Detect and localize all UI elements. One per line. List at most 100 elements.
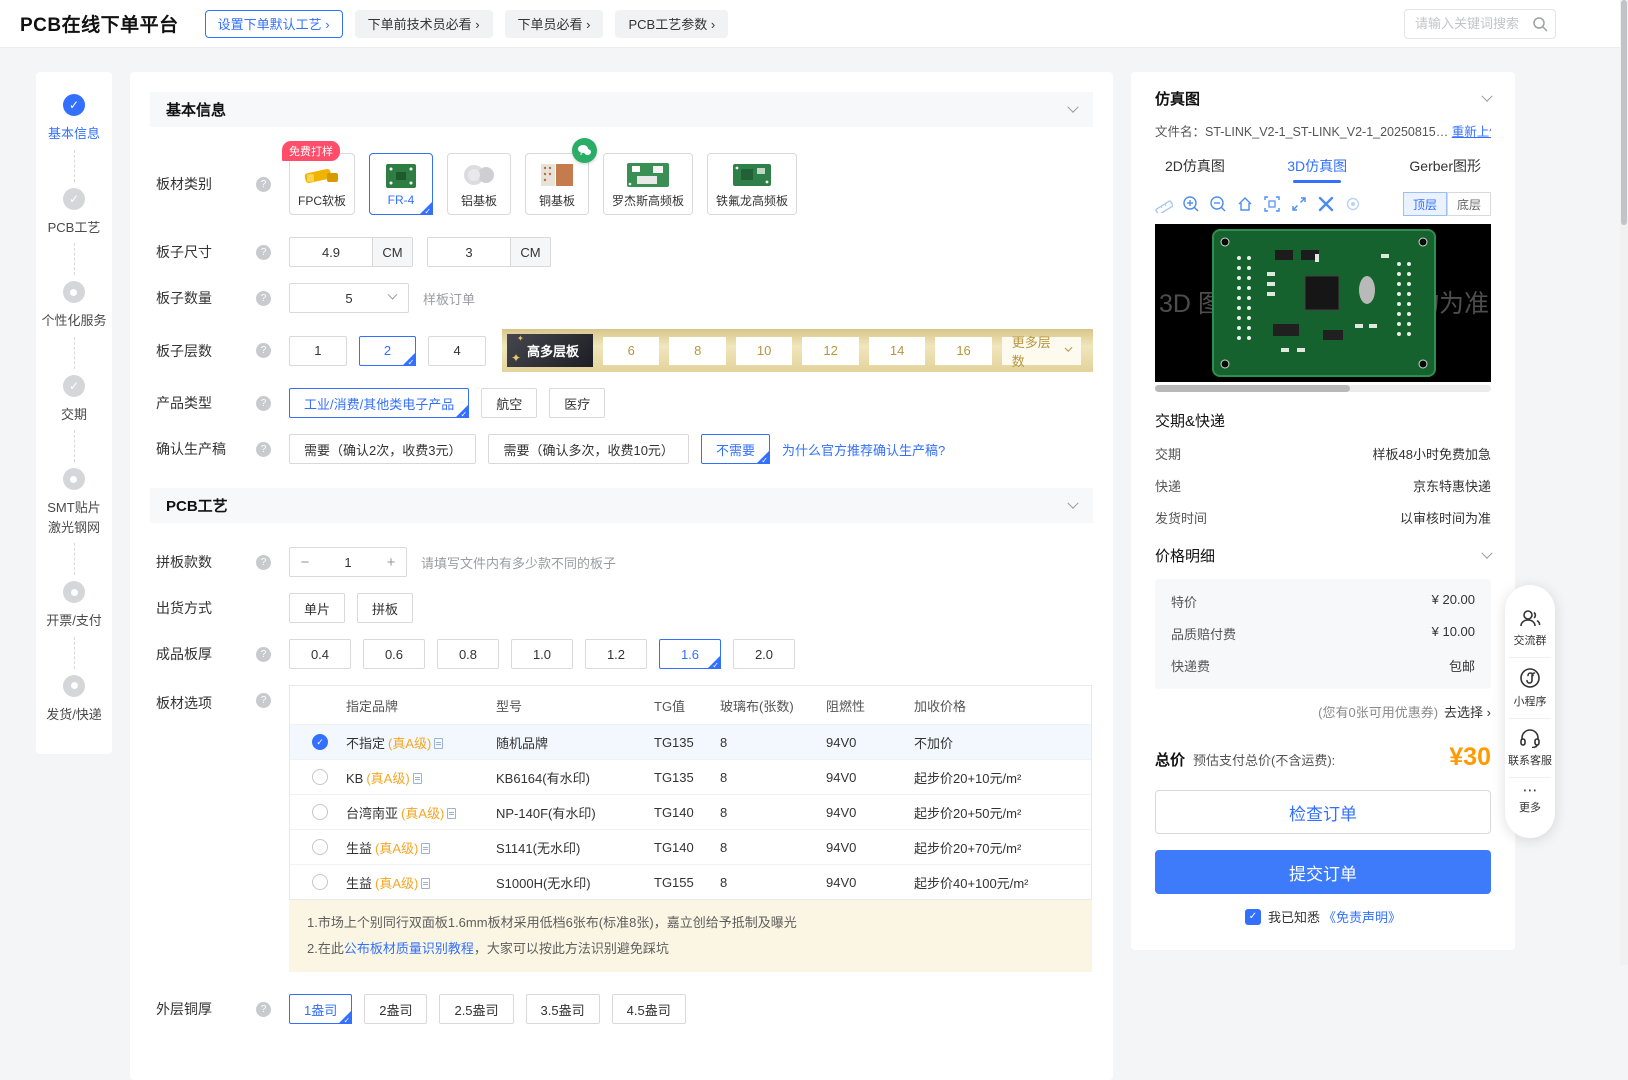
stepper-plus-button[interactable]: + [376,554,406,571]
thickness-0.8[interactable]: 0.8 [437,639,499,669]
bottom-layer-button[interactable]: 底层 [1447,192,1491,216]
locate-icon[interactable] [1344,195,1362,213]
fullscreen-icon[interactable] [1290,195,1308,213]
material-option-teflon[interactable]: 铁氟龙高频板 [707,153,798,215]
thickness-0.6[interactable]: 0.6 [363,639,425,669]
mini-program-button[interactable]: 小程序 [1509,657,1551,718]
ship-single-option[interactable]: 单片 [289,593,346,623]
more-layers-button[interactable]: 更多层数 [1001,335,1082,369]
layers-option-2[interactable]: 2 [358,335,417,367]
copper-1oz[interactable]: 1盎司 [289,994,353,1025]
sidebar-step-invoice-pay[interactable]: 开票/支付 [46,581,102,631]
copper-2oz[interactable]: 2盎司 [364,994,428,1024]
radio-icon[interactable] [312,804,328,820]
section-header-basic-info[interactable]: 基本信息 [150,92,1093,127]
panel-count-value[interactable]: 1 [320,555,376,570]
help-icon[interactable]: ? [256,244,271,260]
help-icon[interactable]: ? [256,343,271,358]
pcb-3d-render[interactable]: 3D 图 物为准 [1155,224,1491,382]
why-confirm-link[interactable]: 为什么官方推荐确认生产稿? [782,440,945,459]
help-icon[interactable]: ? [256,395,271,411]
layers-option-12[interactable]: 12 [802,336,859,365]
nav-default-process-button[interactable]: 设置下单默认工艺 › [204,9,343,38]
nav-orderer-guide-button[interactable]: 下单员必看 › [504,9,604,38]
more-button[interactable]: ⋯ 更多 [1509,777,1551,824]
help-icon[interactable]: ? [256,290,271,306]
thickness-0.4[interactable]: 0.4 [289,639,351,669]
nav-technician-guide-button[interactable]: 下单前技术员必看 › [354,9,493,38]
layers-option-16[interactable]: 16 [935,336,992,365]
top-layer-button[interactable]: 顶层 [1403,192,1447,216]
search-icon[interactable] [1532,16,1548,32]
radio-icon[interactable] [312,874,328,890]
tab-gerber[interactable]: Gerber图形 [1409,156,1481,183]
fit-view-icon[interactable] [1263,195,1281,213]
product-type-aerospace[interactable]: 航空 [481,388,538,418]
sidebar-step-personalized[interactable]: 个性化服务 [41,281,107,331]
table-row[interactable]: 生益 (真A级) S1000H(无水印) TG155 8 94V0 起步价40+1… [290,864,1091,899]
tab-3d-preview[interactable]: 3D仿真图 [1287,156,1347,183]
confirm-none-option[interactable]: 不需要 [700,434,770,465]
layers-option-6[interactable]: 6 [602,336,660,365]
help-icon[interactable]: ? [256,554,271,570]
wechat-icon[interactable] [572,138,598,163]
thickness-1.6[interactable]: 1.6 [659,639,721,670]
material-option-fpc[interactable]: 免费打样 FPC软板 [282,141,356,215]
section-header-pcb-process[interactable]: PCB工艺 [150,488,1093,523]
vertical-scrollbar[interactable] [1620,0,1628,965]
thickness-1.0[interactable]: 1.0 [511,639,573,669]
copper-3.5oz[interactable]: 3.5盎司 [525,994,600,1024]
material-option-copper[interactable]: 铜基板 [525,138,598,215]
table-row[interactable]: ✓ 不指定 (真A级) 随机品牌 TG135 8 94V0 不加价 [290,724,1091,759]
material-option-aluminum[interactable]: 铝基板 [447,153,512,215]
help-icon[interactable]: ? [256,646,271,662]
layers-option-1[interactable]: 1 [289,335,347,366]
scrollbar-thumb[interactable] [1621,0,1627,225]
sidebar-step-smt[interactable]: SMT贴片 激光钢网 [47,468,101,537]
thickness-1.2[interactable]: 1.2 [585,639,647,669]
layers-option-10[interactable]: 10 [735,336,793,365]
thickness-2.0[interactable]: 2.0 [733,639,795,669]
ship-panel-option[interactable]: 拼板 [357,593,414,623]
chevron-down-icon[interactable] [1481,90,1493,102]
zoom-out-icon[interactable] [1209,195,1227,213]
help-icon[interactable]: ? [256,693,271,708]
layers-option-4[interactable]: 4 [428,335,486,366]
copper-4.5oz[interactable]: 4.5盎司 [611,994,686,1024]
material-option-rogers[interactable]: 罗杰斯高频板 [603,153,694,215]
confirm-multi-option[interactable]: 需要（确认多次，收费10元） [488,434,689,464]
table-row[interactable]: KB (真A级) KB6164(有水印) TG135 8 94V0 起步价20+1… [290,759,1091,794]
ruler-icon[interactable] [1155,195,1173,213]
sidebar-step-delivery[interactable]: ✓ 交期 [61,374,87,425]
check-order-button[interactable]: 检查订单 [1155,790,1491,834]
tools-icon[interactable] [1317,195,1335,213]
product-type-industrial[interactable]: 工业/消费/其他类电子产品 [289,388,470,419]
choose-coupon-link[interactable]: 去选择 › [1444,702,1491,721]
reupload-link[interactable]: 重新上传文件 [1452,125,1491,139]
copper-2.5oz[interactable]: 2.5盎司 [439,994,514,1024]
quality-tutorial-link[interactable]: 公布板材质量识别教程 [344,941,474,956]
product-type-medical[interactable]: 医疗 [549,388,606,418]
sidebar-step-pcb-process[interactable]: ✓ PCB工艺 [48,187,100,238]
stepper-minus-button[interactable]: − [290,554,320,571]
board-width-input[interactable] [290,238,372,266]
radio-icon[interactable] [312,769,328,785]
help-icon[interactable]: ? [256,1001,271,1017]
zoom-in-icon[interactable] [1182,195,1200,213]
tab-2d-preview[interactable]: 2D仿真图 [1165,156,1225,183]
scrollbar-thumb[interactable] [1155,385,1350,392]
table-row[interactable]: 生益 (真A级) S1141(无水印) TG140 8 94V0 起步价20+70… [290,829,1091,864]
disclaimer-link[interactable]: 《免责声明》 [1323,907,1401,926]
disclaimer-checkbox[interactable]: ✓ [1244,908,1261,925]
submit-order-button[interactable]: 提交订单 [1155,850,1491,894]
board-height-input[interactable] [428,238,510,266]
community-group-button[interactable]: 交流群 [1509,599,1551,657]
help-icon[interactable]: ? [256,441,271,457]
chevron-down-icon[interactable] [1067,497,1079,509]
layers-option-14[interactable]: 14 [868,336,926,365]
material-option-fr4[interactable]: FR-4 [369,153,434,216]
board-qty-select[interactable]: 5 [289,283,409,313]
table-row[interactable]: 台湾南亚 (真A级) NP-140F(有水印) TG140 8 94V0 起步价2… [290,794,1091,829]
sidebar-step-shipping[interactable]: 发货/快递 [46,674,102,725]
chevron-down-icon[interactable] [1067,101,1079,113]
